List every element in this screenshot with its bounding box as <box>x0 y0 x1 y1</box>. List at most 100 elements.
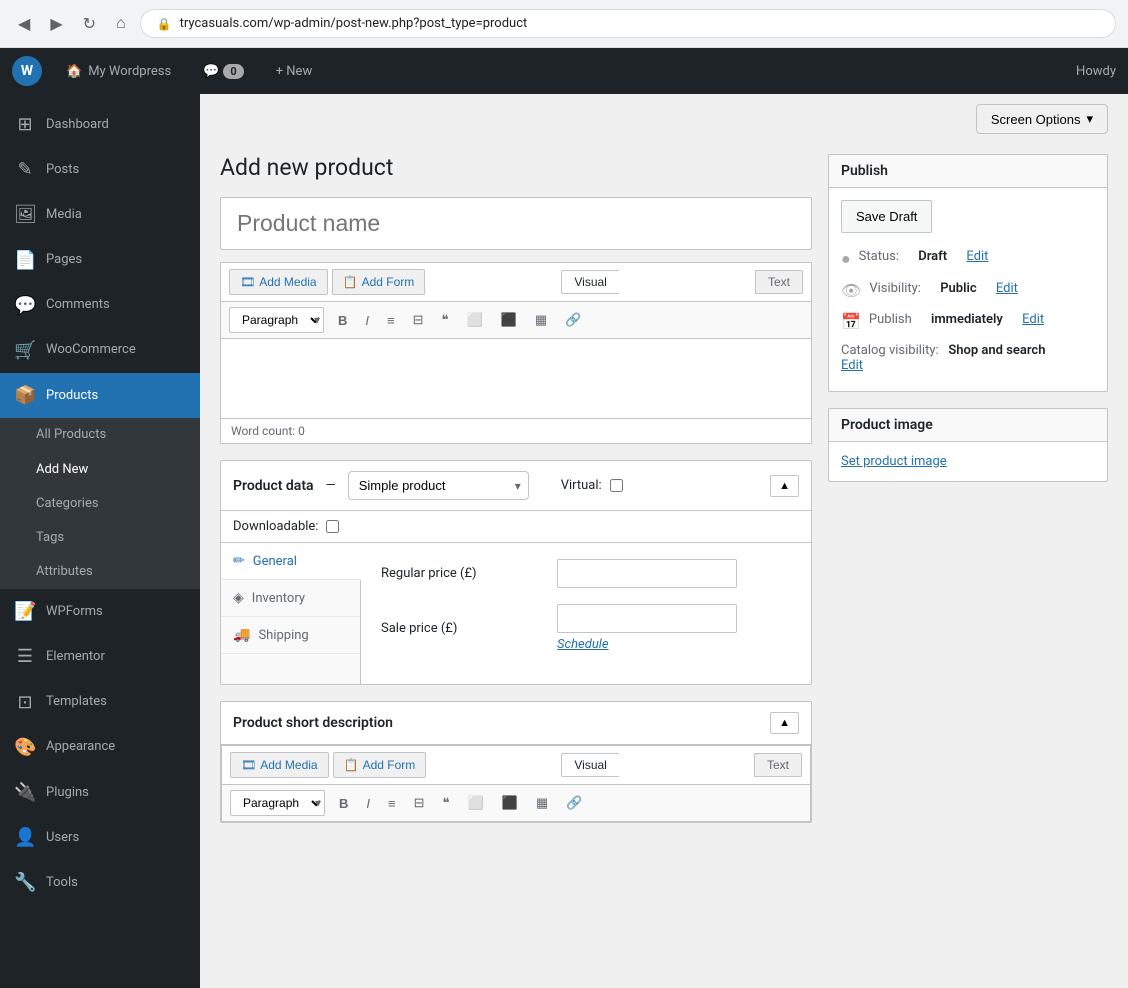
publish-body: Save Draft ● Status: Draft Edit 👁 <box>829 188 1107 391</box>
short-desc-toggle-button[interactable]: ▲ <box>770 712 799 734</box>
bold-button[interactable]: B <box>330 308 355 333</box>
url-bar[interactable]: 🔒 trycasuals.com/wp-admin/post-new.php?p… <box>140 9 1116 38</box>
wpforms-icon: 📝 <box>14 599 36 624</box>
tab-shipping[interactable]: 🚚 Shipping <box>221 617 360 654</box>
tab-visual[interactable]: Visual <box>561 270 618 294</box>
back-button[interactable]: ◀ <box>12 10 36 38</box>
align-left-button[interactable]: ⬜ <box>459 307 491 333</box>
sidebar-item-wpforms[interactable]: 📝 WPForms <box>0 589 200 634</box>
product-data-header: Product data — Simple product Variable p… <box>221 461 811 511</box>
short-desc-align-left-button[interactable]: ⬜ <box>460 790 492 816</box>
wp-logo[interactable]: W <box>12 56 42 86</box>
short-desc-add-form-button[interactable]: 📋 Add Form <box>333 752 427 778</box>
sidebar-item-pages[interactable]: 📄 Pages <box>0 238 200 283</box>
sale-price-input[interactable] <box>557 604 737 633</box>
product-data-section: Product data — Simple product Variable p… <box>220 460 812 685</box>
set-product-image-link[interactable]: Set product image <box>841 454 947 469</box>
align-center-button[interactable]: ⬛ <box>493 307 525 333</box>
tab-text[interactable]: Text <box>755 270 803 294</box>
unordered-list-button[interactable]: ≡ <box>379 308 403 333</box>
paragraph-select[interactable]: Paragraph <box>229 307 324 333</box>
short-desc-add-form-icon: 📋 <box>344 758 359 772</box>
add-media-button[interactable]: 🎞 Add Media <box>229 269 328 295</box>
admin-bar-comments[interactable]: 💬 0 <box>195 64 252 79</box>
regular-price-input[interactable] <box>557 559 737 588</box>
chevron-down-icon: ▾ <box>1086 111 1093 127</box>
product-image-box: Product image Set product image <box>828 408 1108 482</box>
sidebar-item-all-products[interactable]: All Products <box>0 418 200 452</box>
admin-bar-new[interactable]: + New <box>268 64 321 79</box>
downloadable-checkbox[interactable] <box>326 520 339 533</box>
sidebar-item-appearance[interactable]: 🎨 Appearance <box>0 725 200 770</box>
tab-general[interactable]: ✏ General <box>221 543 361 580</box>
short-desc-link-button[interactable]: 🔗 <box>558 790 590 816</box>
short-desc-bold-button[interactable]: B <box>331 791 356 816</box>
status-edit-link[interactable]: Edit <box>966 249 988 264</box>
screen-options-button[interactable]: Screen Options ▾ <box>976 104 1108 134</box>
save-draft-button[interactable]: Save Draft <box>841 200 932 233</box>
sidebar-item-templates[interactable]: ⊡ Templates <box>0 680 200 725</box>
product-data-tabs: ✏ General ◈ Inventory 🚚 Shipping <box>221 543 811 684</box>
forward-button[interactable]: ▶ <box>44 10 68 38</box>
sidebar-item-categories[interactable]: Categories <box>0 487 200 521</box>
tab-inventory[interactable]: ◈ Inventory <box>221 580 360 617</box>
short-desc-tab-text[interactable]: Text <box>754 753 802 777</box>
blockquote-button[interactable]: ❝ <box>434 307 457 333</box>
visibility-edit-link[interactable]: Edit <box>996 281 1018 296</box>
elementor-icon: ☰ <box>14 644 36 669</box>
editor-format-toolbar: Paragraph B I ≡ ⊟ ❝ ⬜ ⬛ ▦ 🔗 <box>220 302 812 339</box>
toggle-up-button[interactable]: ▲ <box>770 475 799 497</box>
sidebar-item-woocommerce[interactable]: 🛒 WooCommerce <box>0 328 200 373</box>
home-button[interactable]: ⌂ <box>110 11 132 37</box>
product-name-input[interactable] <box>220 197 812 250</box>
sidebar-item-attributes[interactable]: Attributes <box>0 555 200 589</box>
page-title: Add new product <box>220 154 812 181</box>
content-main: Add new product 🎞 Add Media 📋 Add Form V… <box>220 154 812 823</box>
sidebar-item-products[interactable]: 📦 Products <box>0 373 200 418</box>
short-desc-align-center-button[interactable]: ⬛ <box>494 790 526 816</box>
short-desc-add-media-icon: 🎞 <box>241 758 256 772</box>
link-button[interactable]: 🔗 <box>557 307 589 333</box>
sidebar-item-elementor[interactable]: ☰ Elementor <box>0 634 200 679</box>
sidebar-item-posts[interactable]: ✎ Posts <box>0 147 200 192</box>
admin-bar-site[interactable]: 🏠 My Wordpress <box>58 64 179 79</box>
publish-edit-link[interactable]: Edit <box>1022 312 1044 327</box>
italic-button[interactable]: I <box>357 308 377 333</box>
virtual-checkbox[interactable] <box>610 479 623 492</box>
sidebar-item-media[interactable]: 🖼 Media <box>0 192 200 237</box>
short-desc-italic-button[interactable]: I <box>358 791 378 816</box>
short-desc-section: Product short description ▲ 🎞 Add Media … <box>220 701 812 823</box>
align-right-button[interactable]: ▦ <box>527 307 555 333</box>
short-desc-paragraph-select[interactable]: Paragraph <box>230 790 325 816</box>
short-desc-add-media-button[interactable]: 🎞 Add Media <box>230 752 329 778</box>
publish-timing-row: 📅 Publish immediately Edit <box>841 306 1095 337</box>
media-icon: 🖼 <box>14 202 36 227</box>
short-desc-quote-button[interactable]: ❝ <box>435 790 458 816</box>
sidebar-sub-products: All Products Add New Categories Tags Att… <box>0 418 200 589</box>
reload-button[interactable]: ↻ <box>77 10 102 38</box>
wp-layout: ⊞ Dashboard ✎ Posts 🖼 Media 📄 Pages 💬 Co… <box>0 94 1128 988</box>
add-form-button[interactable]: 📋 Add Form <box>332 269 426 295</box>
short-desc-ul-button[interactable]: ≡ <box>380 791 404 816</box>
product-type-select[interactable]: Simple product Variable product Grouped … <box>348 471 529 500</box>
sidebar-item-users[interactable]: 👤 Users <box>0 815 200 860</box>
inventory-icon: ◈ <box>233 590 244 606</box>
editor-body[interactable] <box>220 339 812 419</box>
lock-icon: 🔒 <box>157 17 172 31</box>
templates-icon: ⊡ <box>14 690 36 715</box>
sidebar-item-comments[interactable]: 💬 Comments <box>0 283 200 328</box>
status-icon: ● <box>841 249 851 269</box>
short-desc-align-right-button[interactable]: ▦ <box>528 790 556 816</box>
sidebar-item-dashboard[interactable]: ⊞ Dashboard <box>0 102 200 147</box>
pages-icon: 📄 <box>14 248 36 273</box>
short-desc-ol-button[interactable]: ⊟ <box>406 790 433 816</box>
sidebar-item-plugins[interactable]: 🔌 Plugins <box>0 770 200 815</box>
schedule-link[interactable]: Schedule <box>557 637 737 652</box>
ordered-list-button[interactable]: ⊟ <box>405 307 432 333</box>
short-desc-tab-visual[interactable]: Visual <box>561 753 618 777</box>
sidebar-item-tags[interactable]: Tags <box>0 521 200 555</box>
sidebar-item-tools[interactable]: 🔧 Tools <box>0 860 200 905</box>
sidebar-item-add-new[interactable]: Add New <box>0 453 200 487</box>
status-label: Status: <box>859 249 899 264</box>
catalog-edit-link[interactable]: Edit <box>841 358 863 373</box>
